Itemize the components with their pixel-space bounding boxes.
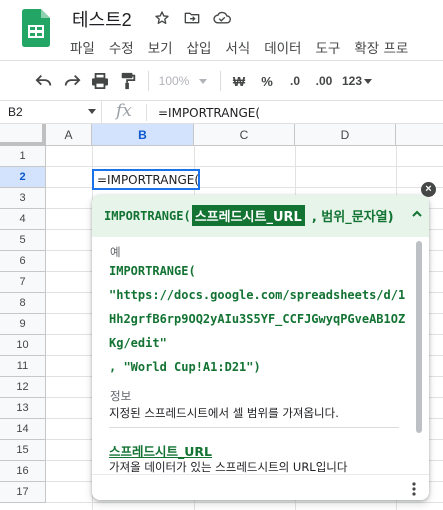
example-line-3: Hh2grfB6rp9OQ2yAIu3S5YF_CCFJGwyqPGveAB1O… bbox=[109, 312, 406, 326]
column-header-a[interactable]: A bbox=[46, 124, 92, 146]
name-box[interactable]: B2 bbox=[0, 101, 102, 124]
sheets-logo-icon[interactable] bbox=[22, 9, 50, 47]
menu-extensions[interactable]: 확장 프로 bbox=[354, 37, 408, 57]
more-vert-icon[interactable] bbox=[410, 481, 418, 497]
column-header-b[interactable]: B bbox=[92, 124, 194, 146]
argument-description: 가져올 데이터가 있는 스프레드시트의 URL입니다 bbox=[109, 460, 348, 473]
row-header-7[interactable]: 7 bbox=[0, 272, 46, 293]
remaining-arguments: , 범위_문자열) bbox=[311, 210, 394, 225]
row-header-9[interactable]: 9 bbox=[0, 314, 46, 335]
more-formats-button[interactable]: 123 bbox=[340, 69, 374, 93]
example-line-5: , "World Cup!A1:D21") bbox=[109, 360, 261, 374]
row-header-1[interactable]: 1 bbox=[0, 146, 46, 167]
zoom-select[interactable]: 100% bbox=[156, 69, 210, 93]
formula-help-popup: IMPORTRANGE( 스프레드시트_URL , 범위_문자열) 예 IMPO… bbox=[92, 195, 429, 500]
help-header[interactable]: IMPORTRANGE( 스프레드시트_URL , 범위_문자열) bbox=[92, 195, 429, 237]
toolbar: 100% ₩ % .0 .00 123 bbox=[0, 60, 443, 100]
select-all-corner[interactable] bbox=[0, 124, 46, 146]
row-header-14[interactable]: 14 bbox=[0, 419, 46, 440]
help-divider bbox=[109, 427, 399, 428]
paint-format-icon[interactable] bbox=[116, 69, 140, 93]
row-header-5[interactable]: 5 bbox=[0, 230, 46, 251]
more-formats-label: 123 bbox=[341, 74, 363, 88]
help-scrollbar[interactable] bbox=[416, 241, 422, 433]
toolbar-divider bbox=[148, 71, 149, 91]
row-header-2[interactable]: 2 bbox=[0, 167, 46, 188]
column-header-e[interactable] bbox=[396, 124, 443, 146]
menu-view[interactable]: 보기 bbox=[148, 37, 173, 57]
currency-format-button[interactable]: ₩ bbox=[228, 69, 250, 93]
increase-decimal-label: .00 bbox=[315, 74, 333, 88]
menu-edit[interactable]: 수정 bbox=[109, 37, 134, 57]
active-cell-editor[interactable]: =IMPORTRANGE( bbox=[97, 173, 199, 187]
formula-bar-divider bbox=[146, 104, 147, 121]
column-header-c[interactable]: C bbox=[194, 124, 295, 146]
row-header-17[interactable]: 17 bbox=[0, 482, 46, 503]
more-formats-caret-icon bbox=[364, 78, 373, 84]
argument-title: 스프레드시트_URL bbox=[109, 444, 212, 459]
row-header-16[interactable]: 16 bbox=[0, 461, 46, 482]
row-header-15[interactable]: 15 bbox=[0, 440, 46, 461]
grid-line bbox=[46, 502, 443, 503]
decrease-decimal-button[interactable]: .0 bbox=[282, 69, 308, 93]
row-header-11[interactable]: 11 bbox=[0, 356, 46, 377]
function-name: IMPORTRANGE( bbox=[104, 208, 191, 223]
increase-decimal-button[interactable]: .00 bbox=[310, 69, 338, 93]
fx-icon: fx bbox=[116, 101, 132, 121]
decrease-decimal-label: .0 bbox=[289, 74, 300, 88]
help-footer bbox=[92, 474, 429, 500]
move-folder-icon[interactable] bbox=[182, 8, 202, 28]
summary-label: 정보 bbox=[110, 389, 132, 403]
row-header-6[interactable]: 6 bbox=[0, 251, 46, 272]
menu-insert[interactable]: 삽입 bbox=[187, 37, 212, 57]
menu-file[interactable]: 파일 bbox=[70, 37, 95, 57]
menu-format[interactable]: 서식 bbox=[225, 37, 250, 57]
function-signature: IMPORTRANGE( 스프레드시트_URL , 범위_문자열) bbox=[104, 205, 394, 226]
redo-icon[interactable] bbox=[60, 69, 84, 93]
summary-text: 지정된 스프레드시트에서 셀 범위를 가져옵니다. bbox=[109, 406, 339, 420]
undo-icon[interactable] bbox=[32, 69, 56, 93]
app-header: 테스트2 파일 수정 보기 삽입 서식 데이터 도구 확장 프로 bbox=[0, 0, 443, 60]
chevron-up-icon[interactable] bbox=[410, 207, 424, 221]
row-header-4[interactable]: 4 bbox=[0, 209, 46, 230]
row-header-10[interactable]: 10 bbox=[0, 335, 46, 356]
example-line-4: Kg/edit" bbox=[109, 336, 167, 350]
name-box-caret-icon bbox=[88, 109, 96, 114]
row-header-3[interactable]: 3 bbox=[0, 188, 46, 209]
grid-line bbox=[46, 166, 443, 167]
example-line-2: "https://docs.google.com/spreadsheets/d/… bbox=[109, 288, 406, 302]
active-cell-b2[interactable]: =IMPORTRANGE( bbox=[92, 169, 200, 190]
example-line-1: IMPORTRANGE( bbox=[109, 264, 196, 278]
star-icon[interactable] bbox=[152, 8, 172, 28]
title-icon-group bbox=[152, 8, 232, 28]
formula-input[interactable]: =IMPORTRANGE( bbox=[158, 106, 260, 120]
row-header-12[interactable]: 12 bbox=[0, 377, 46, 398]
zoom-value: 100% bbox=[158, 74, 190, 88]
name-box-value: B2 bbox=[8, 105, 23, 119]
percent-format-button[interactable]: % bbox=[256, 69, 278, 93]
document-title[interactable]: 테스트2 bbox=[72, 6, 132, 32]
help-body: 예 IMPORTRANGE( "https://docs.google.com/… bbox=[96, 237, 414, 473]
toolbar-divider bbox=[220, 71, 221, 91]
row-header-8[interactable]: 8 bbox=[0, 293, 46, 314]
menu-bar: 파일 수정 보기 삽입 서식 데이터 도구 확장 프로 bbox=[70, 37, 422, 57]
example-label: 예 bbox=[110, 245, 121, 259]
zoom-caret-icon bbox=[199, 78, 208, 84]
menu-data[interactable]: 데이터 bbox=[264, 37, 301, 57]
menu-tools[interactable]: 도구 bbox=[315, 37, 340, 57]
cloud-status-icon[interactable] bbox=[212, 8, 232, 28]
column-header-d[interactable]: D bbox=[295, 124, 396, 146]
row-header-13[interactable]: 13 bbox=[0, 398, 46, 419]
print-icon[interactable] bbox=[88, 69, 112, 93]
formula-bar: B2 fx =IMPORTRANGE( bbox=[0, 100, 443, 124]
active-argument: 스프레드시트_URL bbox=[191, 205, 305, 226]
